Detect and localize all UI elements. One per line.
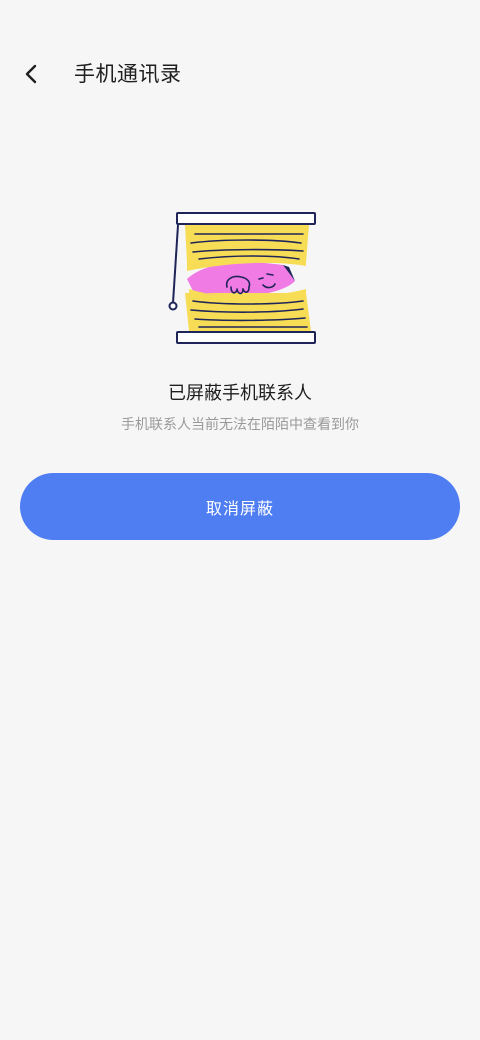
page-title: 手机通讯录	[74, 62, 182, 86]
blinds-peek-icon	[168, 212, 316, 344]
status-description: 手机联系人当前无法在陌陌中查看到你	[121, 417, 359, 433]
blocked-contacts-screen: 手机通讯录 已屏蔽手机联系人 手机联系人当前无法在陌陌中查看到你 取消屏蔽	[0, 0, 480, 1040]
unblock-button[interactable]: 取消屏蔽	[20, 473, 460, 540]
unblock-button-label: 取消屏蔽	[205, 500, 274, 518]
status-title: 已屏蔽手机联系人	[168, 383, 312, 404]
blocked-illustration	[163, 205, 323, 350]
top-bar: 手机通讯录	[0, 44, 480, 106]
back-arrow-icon	[25, 64, 37, 84]
back-button[interactable]	[14, 56, 50, 92]
